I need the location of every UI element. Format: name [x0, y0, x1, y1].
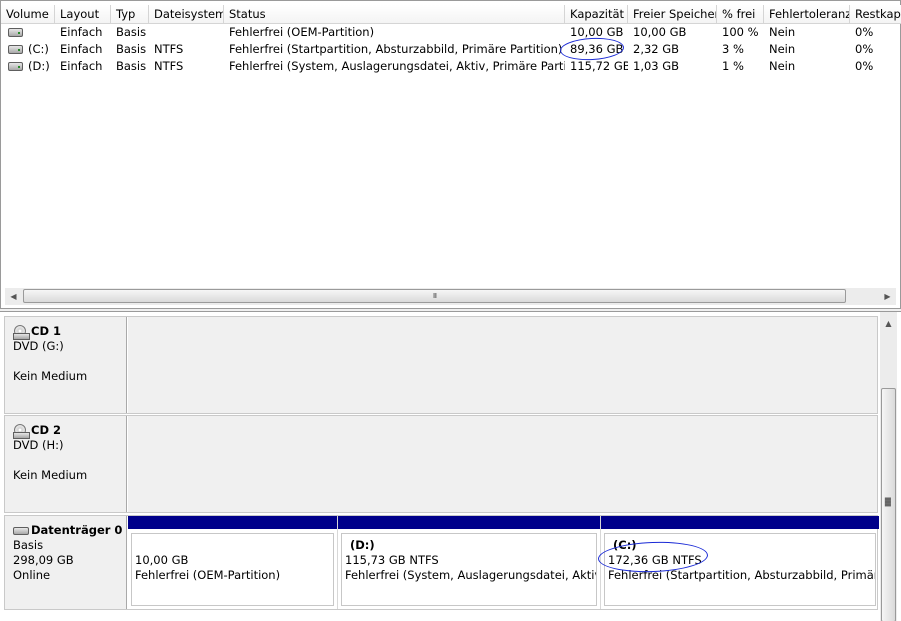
partition-name: (C:)	[613, 538, 637, 552]
restkapazitaet-cell: 0%	[855, 59, 874, 73]
column-header-dateisystem[interactable]: Dateisystem	[149, 5, 224, 24]
dateisystem-cell: NTFS	[154, 42, 184, 56]
disk-empty-area	[128, 317, 877, 413]
partition-status: Fehlerfrei (Startpartition, Absturzabbil…	[608, 568, 876, 582]
partition-status: Fehlerfrei (OEM-Partition)	[135, 568, 281, 582]
partition-name: (D:)	[350, 538, 375, 552]
table-row[interactable]: (C:) Einfach Basis NTFS Fehlerfrei (Star…	[1, 41, 901, 58]
fehlertoleranz-cell: Nein	[769, 59, 796, 73]
fehlertoleranz-cell: Nein	[769, 25, 796, 39]
scroll-right-arrow-icon[interactable]: ▶	[879, 288, 896, 305]
disk-drive-letter: DVD (G:)	[13, 339, 64, 353]
cd-drive-icon	[13, 325, 30, 340]
volume-disk-icon	[8, 62, 23, 71]
disk-view[interactable]: CD 1 DVD (G:) Kein Medium CD 2 DVD (H:) …	[0, 311, 901, 621]
disk-label-cd1[interactable]: CD 1 DVD (G:) Kein Medium	[5, 317, 127, 413]
disk-type: Basis	[13, 538, 44, 552]
partition-size: 115,73 GB NTFS	[345, 553, 439, 567]
freier-speicher-cell: 1,03 GB	[633, 59, 680, 73]
table-row[interactable]: Einfach Basis Fehlerfrei (OEM-Partition)…	[1, 24, 901, 41]
table-row[interactable]: (D:) Einfach Basis NTFS Fehlerfrei (Syst…	[1, 58, 901, 75]
typ-cell: Basis	[116, 25, 147, 39]
dateisystem-cell	[149, 24, 224, 41]
kapazitaet-cell: 115,72 GB	[570, 59, 628, 73]
prozent-frei-cell: 100 %	[722, 25, 759, 39]
column-header-status[interactable]: Status	[224, 5, 565, 24]
disk-title: CD 2	[31, 423, 61, 437]
volume-disk-icon	[8, 45, 23, 54]
partition-bar	[601, 516, 879, 529]
disk-status: Kein Medium	[13, 369, 88, 383]
column-header-prozent-frei[interactable]: % frei	[717, 5, 764, 24]
layout-cell: Einfach	[60, 25, 103, 39]
scroll-grip-icon: III	[432, 292, 437, 300]
layout-cell: Einfach	[60, 42, 103, 56]
status-cell: Fehlerfrei (OEM-Partition)	[229, 25, 375, 39]
horizontal-scrollbar[interactable]: ◀ III ▶	[5, 288, 896, 305]
scroll-left-arrow-icon[interactable]: ◀	[5, 288, 22, 305]
freier-speicher-cell: 2,32 GB	[633, 42, 680, 56]
disk-row-cd1[interactable]: CD 1 DVD (G:) Kein Medium	[4, 316, 878, 414]
disk-row-datentraeger-0[interactable]: Datenträger 0 Basis 298,09 GB Online 10,…	[4, 515, 879, 610]
horizontal-scroll-thumb[interactable]: III	[23, 289, 846, 303]
fehlertoleranz-cell: Nein	[769, 42, 796, 56]
partition-bar	[128, 516, 337, 529]
partition-size: 172,36 GB NTFS	[608, 553, 702, 567]
disk-empty-area	[128, 416, 877, 512]
partition-c[interactable]: (C:) 172,36 GB NTFS Fehlerfrei (Startpar…	[601, 516, 879, 609]
column-header-row: Volume Layout Typ Dateisystem Status Kap…	[1, 5, 901, 24]
column-header-layout[interactable]: Layout	[55, 5, 111, 24]
disk-title: Datenträger 0	[31, 523, 123, 537]
typ-cell: Basis	[116, 59, 147, 73]
column-header-kapazitaet[interactable]: Kapazität	[565, 5, 628, 24]
partition-body[interactable]: 10,00 GB Fehlerfrei (OEM-Partition)	[131, 533, 334, 606]
status-cell: Fehlerfrei (Startpartition, Absturzabbil…	[229, 42, 563, 56]
disk-status: Kein Medium	[13, 468, 88, 482]
partition-body[interactable]: (C:) 172,36 GB NTFS Fehlerfrei (Startpar…	[604, 533, 876, 606]
volume-cell: (D:)	[1, 58, 55, 75]
volume-list[interactable]: Volume Layout Typ Dateisystem Status Kap…	[0, 0, 901, 309]
volume-table: Volume Layout Typ Dateisystem Status Kap…	[1, 5, 901, 287]
hard-disk-icon	[13, 526, 29, 535]
partition-bar	[338, 516, 600, 529]
partition-size: 10,00 GB	[135, 553, 189, 567]
layout-cell: Einfach	[60, 59, 103, 73]
disk-label-datentraeger-0[interactable]: Datenträger 0 Basis 298,09 GB Online	[5, 516, 127, 609]
disk-size: 298,09 GB	[13, 553, 74, 567]
disk-label-cd2[interactable]: CD 2 DVD (H:) Kein Medium	[5, 416, 127, 512]
typ-cell: Basis	[116, 42, 147, 56]
restkapazitaet-cell: 0%	[855, 42, 874, 56]
vertical-scrollbar[interactable]: ▲ ▬ ▬ ▬	[880, 312, 897, 621]
kapazitaet-cell: 10,00 GB	[570, 25, 624, 39]
status-cell: Fehlerfrei (System, Auslagerungsdatei, A…	[229, 59, 565, 73]
scroll-up-arrow-icon[interactable]: ▲	[880, 315, 897, 332]
column-header-restkapazitaet[interactable]: Restkapa	[850, 5, 901, 24]
dateisystem-cell: NTFS	[154, 59, 184, 73]
prozent-frei-cell: 3 %	[722, 42, 744, 56]
partition-d[interactable]: (D:) 115,73 GB NTFS Fehlerfrei (System, …	[338, 516, 601, 609]
vertical-scroll-thumb[interactable]: ▬ ▬ ▬	[881, 388, 896, 621]
column-header-volume[interactable]: Volume	[1, 5, 55, 24]
prozent-frei-cell: 1 %	[722, 59, 744, 73]
freier-speicher-cell: 10,00 GB	[633, 25, 687, 39]
partition-oem[interactable]: 10,00 GB Fehlerfrei (OEM-Partition)	[128, 516, 338, 609]
kapazitaet-cell: 89,36 GB	[570, 42, 624, 56]
disk-status: Online	[13, 568, 51, 582]
volume-cell	[1, 24, 55, 41]
partition-body[interactable]: (D:) 115,73 GB NTFS Fehlerfrei (System, …	[341, 533, 597, 606]
cd-drive-icon	[13, 424, 30, 439]
partition-status: Fehlerfrei (System, Auslagerungsdatei, A…	[345, 568, 597, 582]
column-header-fehlertoleranz[interactable]: Fehlertoleranz	[764, 5, 850, 24]
scroll-grip-icon: ▬ ▬ ▬	[884, 494, 892, 509]
volume-disk-icon	[8, 28, 23, 37]
volume-cell: (C:)	[1, 41, 55, 58]
column-header-typ[interactable]: Typ	[111, 5, 149, 24]
restkapazitaet-cell: 0%	[855, 25, 874, 39]
disk-row-cd2[interactable]: CD 2 DVD (H:) Kein Medium	[4, 415, 878, 513]
disk-title: CD 1	[31, 324, 61, 338]
disk-drive-letter: DVD (H:)	[13, 438, 64, 452]
column-header-freier-speicher[interactable]: Freier Speicher	[628, 5, 717, 24]
